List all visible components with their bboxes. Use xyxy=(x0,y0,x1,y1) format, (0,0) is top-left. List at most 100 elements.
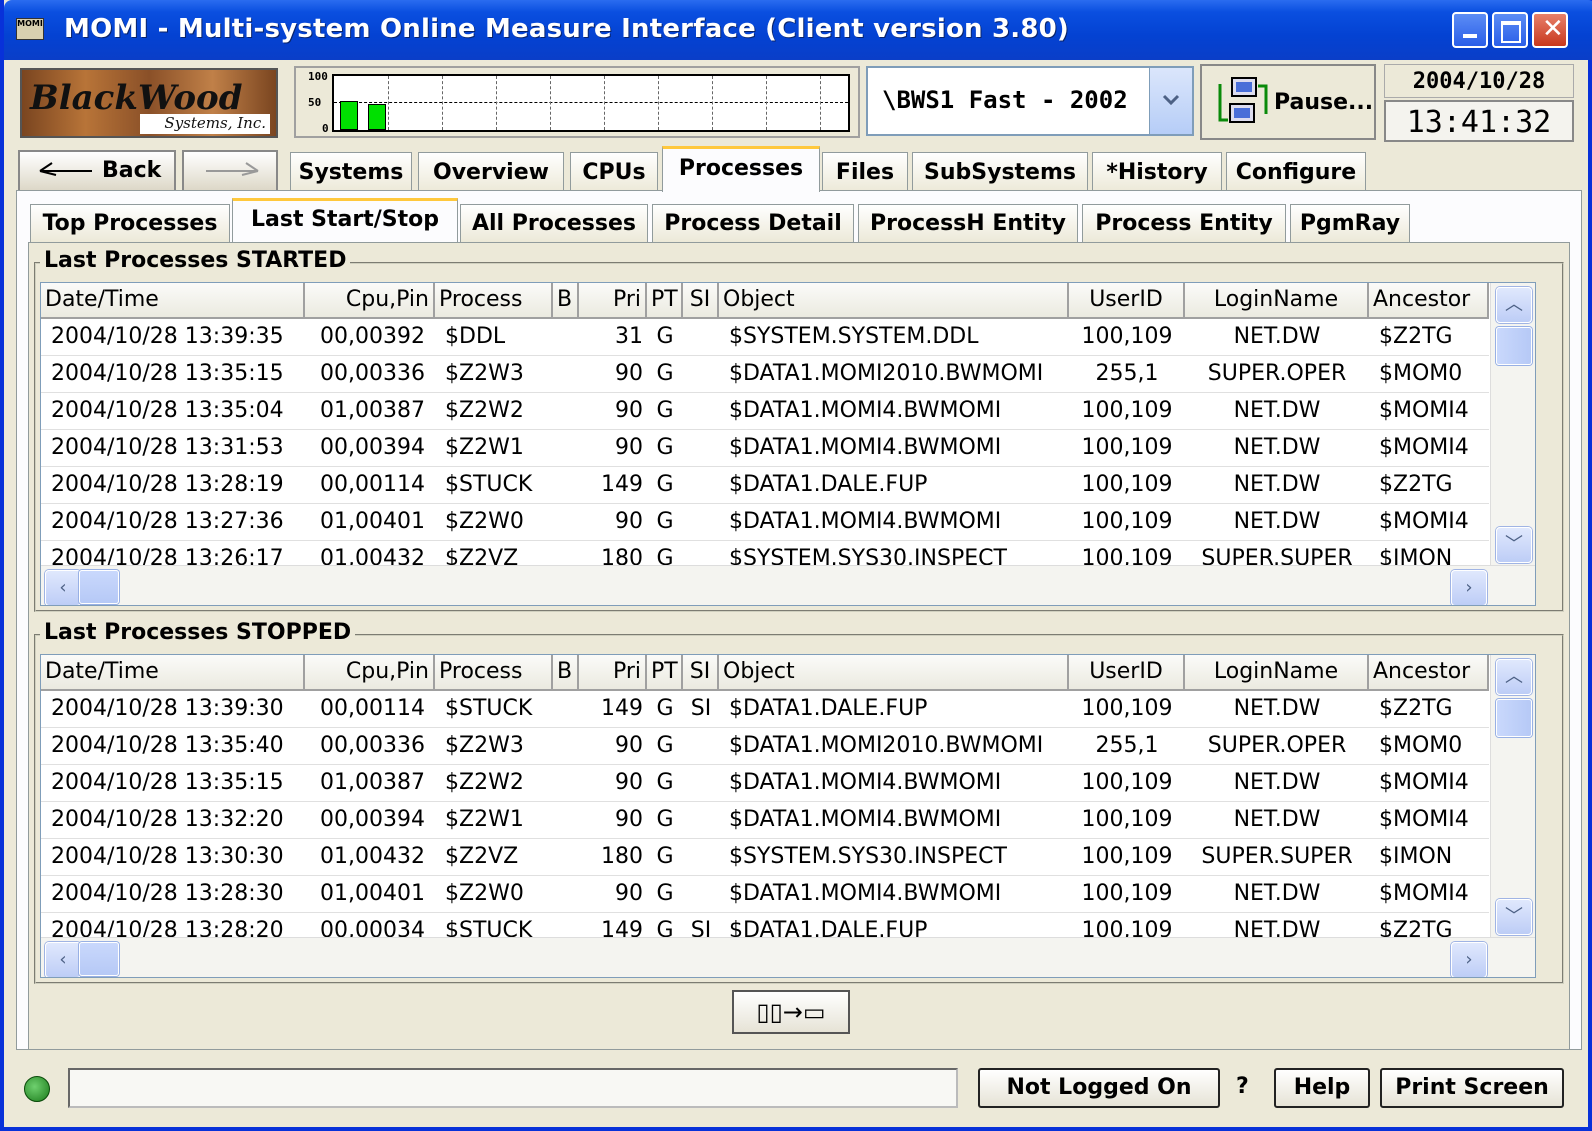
table-row[interactable]: 2004/10/28 13:35:40 00,00336 $Z2W3 90 G $DATA… xyxy=(41,728,1489,765)
cell-date-time: 2004/10/28 13:32:20 xyxy=(51,807,284,832)
column-header-si[interactable]: SI xyxy=(683,655,719,691)
maximize-button[interactable] xyxy=(1492,12,1528,48)
subtab-process-detail[interactable]: Process Detail xyxy=(652,204,854,242)
cell-process: $STUCK xyxy=(445,696,533,721)
column-header-process[interactable]: Process xyxy=(435,283,553,319)
cell-ancestor: $IMON xyxy=(1379,844,1453,869)
started-vscrollbar[interactable]: ︿ ﹀ xyxy=(1490,283,1535,565)
cell-pt: G xyxy=(656,472,674,497)
column-header-pt[interactable]: PT xyxy=(647,655,683,691)
back-button[interactable]: Back xyxy=(18,150,176,192)
column-header-date-time[interactable]: Date/Time xyxy=(41,283,305,319)
column-header-date-time[interactable]: Date/Time xyxy=(41,655,305,691)
meter-label-50: 50 xyxy=(308,96,322,109)
network-computers-icon xyxy=(1218,77,1268,123)
table-row[interactable]: 2004/10/28 13:39:30 00,00114 $STUCK 149 G SI $… xyxy=(41,691,1489,728)
scroll-right-button[interactable]: › xyxy=(1451,570,1487,605)
cell-ancestor: $Z2TG xyxy=(1379,696,1453,721)
stopped-vscrollbar[interactable]: ︿ ﹀ xyxy=(1490,655,1535,937)
table-row[interactable]: 2004/10/28 13:35:15 00,00336 $Z2W3 90 G $DATA… xyxy=(41,356,1489,393)
column-header-ancestor[interactable]: Ancestor xyxy=(1369,655,1489,691)
subtab-process-entity[interactable]: Process Entity xyxy=(1082,204,1286,242)
cell-si xyxy=(683,839,719,875)
hscroll-thumb[interactable] xyxy=(79,942,119,976)
system-select-value: \BWS1 Fast - 2002 xyxy=(882,86,1128,114)
column-header-loginname[interactable]: LoginName xyxy=(1185,655,1369,691)
table-row[interactable]: 2004/10/28 13:39:35 00,00392 $DDL 31 G $SYSTE… xyxy=(41,319,1489,356)
scroll-up-button[interactable]: ︿ xyxy=(1496,287,1532,323)
tab-processes[interactable]: Processes xyxy=(662,146,820,192)
column-header-userid[interactable]: UserID xyxy=(1069,283,1185,319)
tab-configure[interactable]: Configure xyxy=(1226,152,1366,192)
column-header-b[interactable]: B xyxy=(553,283,579,319)
column-header-cpu-pin[interactable]: Cpu,Pin xyxy=(305,283,435,319)
login-button[interactable]: Not Logged On xyxy=(978,1068,1220,1108)
close-icon: ✕ xyxy=(1542,14,1564,44)
subtab-last-start-stop[interactable]: Last Start/Stop xyxy=(232,198,458,242)
subtab-top-processes[interactable]: Top Processes xyxy=(30,204,230,242)
scroll-down-button[interactable]: ﹀ xyxy=(1496,899,1532,935)
scroll-left-button[interactable]: ‹ xyxy=(45,570,81,605)
subtab-pgmray[interactable]: PgmRay xyxy=(1290,204,1410,242)
table-row[interactable]: 2004/10/28 13:31:53 00,00394 $Z2W1 90 G $DATA… xyxy=(41,430,1489,467)
system-select[interactable]: \BWS1 Fast - 2002 xyxy=(866,66,1194,136)
hscroll-thumb[interactable] xyxy=(79,570,119,604)
column-header-loginname[interactable]: LoginName xyxy=(1185,283,1369,319)
cell-si xyxy=(683,728,719,764)
blackwood-logo: BlackWood Systems, Inc. xyxy=(20,68,278,138)
table-row[interactable]: 2004/10/28 13:27:36 01,00401 $Z2W0 90 G $DATA… xyxy=(41,504,1489,541)
column-header-pri[interactable]: Pri xyxy=(579,655,647,691)
pause-button[interactable]: Pause... xyxy=(1200,64,1376,140)
close-button[interactable]: ✕ xyxy=(1532,12,1568,48)
system-dropdown-button[interactable] xyxy=(1149,68,1192,134)
subtab-all-processes[interactable]: All Processes xyxy=(460,204,648,242)
print-screen-button[interactable]: Print Screen xyxy=(1380,1068,1564,1108)
meter-plot xyxy=(332,74,850,132)
forward-button[interactable] xyxy=(182,150,278,192)
table-row[interactable]: 2004/10/28 13:28:19 00,00114 $STUCK 149 G $DA… xyxy=(41,467,1489,504)
column-header-cpu-pin[interactable]: Cpu,Pin xyxy=(305,655,435,691)
tab-subsystems[interactable]: SubSystems xyxy=(912,152,1088,192)
column-header-si[interactable]: SI xyxy=(683,283,719,319)
table-row[interactable]: 2004/10/28 13:32:20 00,00394 $Z2W1 90 G $DATA… xyxy=(41,802,1489,839)
table-row[interactable]: 2004/10/28 13:35:15 01,00387 $Z2W2 90 G $DATA… xyxy=(41,765,1489,802)
cell-date-time: 2004/10/28 13:39:30 xyxy=(51,696,284,721)
column-header-object[interactable]: Object xyxy=(719,283,1069,319)
scroll-thumb[interactable] xyxy=(1496,699,1532,737)
forward-arrow-icon xyxy=(206,162,259,176)
help-button[interactable]: Help xyxy=(1274,1068,1370,1108)
column-header-object[interactable]: Object xyxy=(719,655,1069,691)
tab-overview[interactable]: Overview xyxy=(418,152,564,192)
tab-systems[interactable]: Systems xyxy=(290,152,412,192)
layout-toggle-button[interactable]: ▯▯→▭ xyxy=(732,990,850,1034)
started-hscrollbar[interactable]: ‹ › xyxy=(41,565,1535,605)
subtab-processh-entity[interactable]: ProcessH Entity xyxy=(858,204,1078,242)
cell-loginname: SUPER.OPER xyxy=(1207,361,1347,386)
scroll-up-button[interactable]: ︿ xyxy=(1496,659,1532,695)
column-header-ancestor[interactable]: Ancestor xyxy=(1369,283,1489,319)
scroll-left-button[interactable]: ‹ xyxy=(45,942,81,977)
cell-object: $SYSTEM.SYS30.INSPECT xyxy=(729,844,1007,869)
cell-b xyxy=(553,319,579,355)
scroll-right-button[interactable]: › xyxy=(1451,942,1487,977)
cell-userid: 100,109 xyxy=(1081,472,1173,497)
cell-pri: 180 xyxy=(601,844,643,869)
cell-pt: G xyxy=(656,807,674,832)
table-row[interactable]: 2004/10/28 13:28:30 01,00401 $Z2W0 90 G $DATA… xyxy=(41,876,1489,913)
scroll-down-button[interactable]: ﹀ xyxy=(1496,527,1532,563)
tab-cpus[interactable]: CPUs xyxy=(570,152,658,192)
column-header-b[interactable]: B xyxy=(553,655,579,691)
column-header-pt[interactable]: PT xyxy=(647,283,683,319)
column-header-pri[interactable]: Pri xyxy=(579,283,647,319)
cell-cpu-pin: 00,00392 xyxy=(320,324,425,349)
column-header-process[interactable]: Process xyxy=(435,655,553,691)
stopped-hscrollbar[interactable]: ‹ › xyxy=(41,937,1535,977)
scroll-thumb[interactable] xyxy=(1496,327,1532,365)
table-row[interactable]: 2004/10/28 13:30:30 01,00432 $Z2VZ 180 G $SYS… xyxy=(41,839,1489,876)
column-header-userid[interactable]: UserID xyxy=(1069,655,1185,691)
minimize-button[interactable] xyxy=(1452,12,1488,48)
tab-files[interactable]: Files xyxy=(822,152,908,192)
table-row[interactable]: 2004/10/28 13:35:04 01,00387 $Z2W2 90 G $DATA… xyxy=(41,393,1489,430)
tab-history[interactable]: *History xyxy=(1092,152,1222,192)
cell-date-time: 2004/10/28 13:35:15 xyxy=(51,361,284,386)
